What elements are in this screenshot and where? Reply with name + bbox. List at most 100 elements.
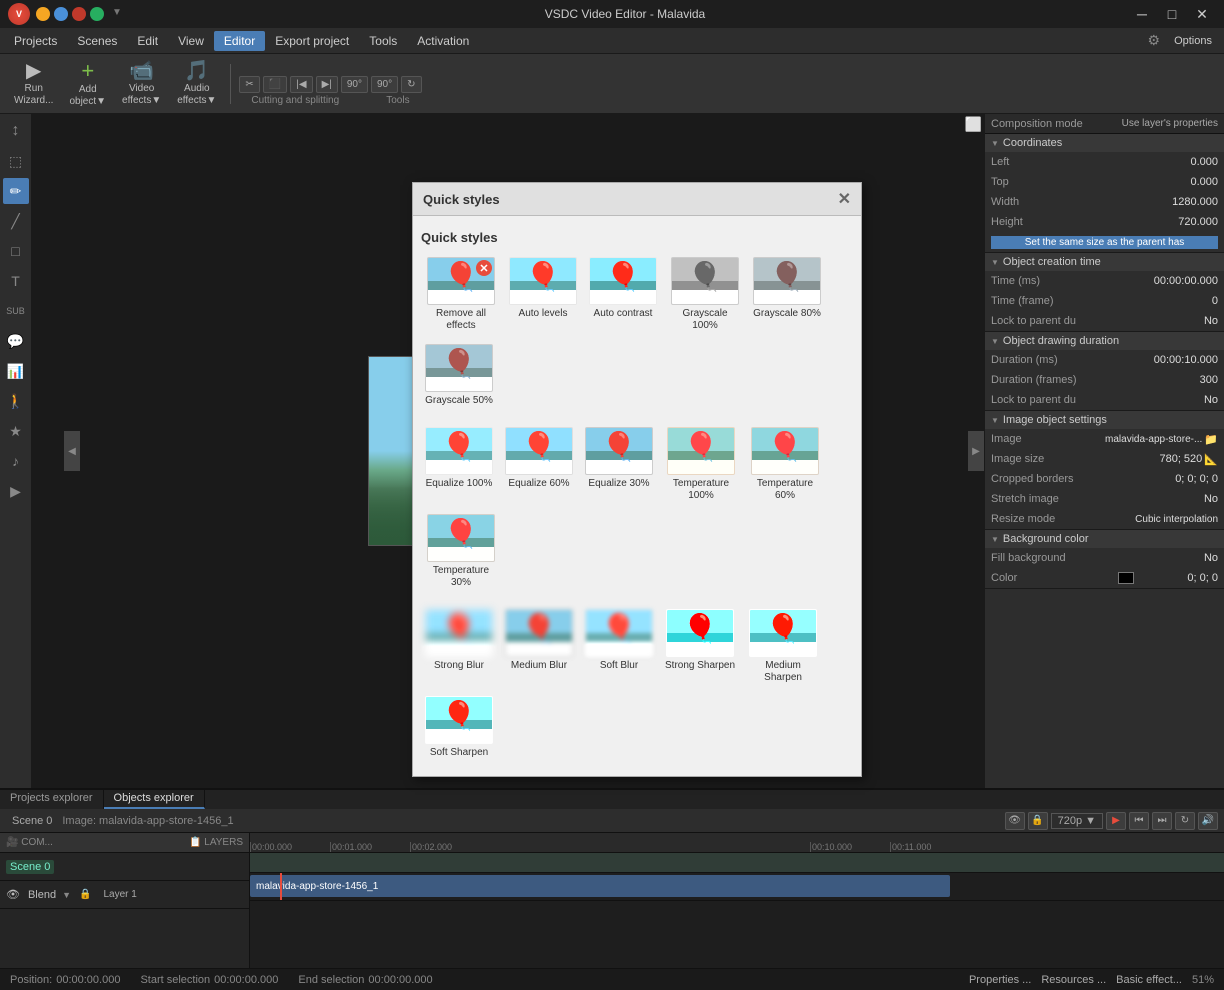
style-soft-blur[interactable]: 🎈 Soft Blur bbox=[581, 605, 657, 688]
menu-projects[interactable]: Projects bbox=[4, 31, 67, 51]
style-auto-contrast[interactable]: 🎈 Auto contrast bbox=[585, 253, 661, 336]
close-button[interactable]: ✕ bbox=[1188, 3, 1216, 25]
blend-dropdown-icon[interactable]: ▼ bbox=[62, 890, 71, 900]
skip-back-button[interactable]: ⏮ bbox=[1129, 812, 1149, 830]
lock-button[interactable]: 90° bbox=[341, 76, 368, 93]
style-temperature-60[interactable]: 🎈 Temperature 60% bbox=[745, 423, 825, 506]
same-size-row[interactable]: Set the same size as the parent has bbox=[985, 232, 1224, 252]
blend-clip[interactable]: malavida-app-store-1456_1 bbox=[250, 875, 950, 897]
extra-icon[interactable] bbox=[90, 7, 104, 21]
sidebar-tool-bubble[interactable]: 💬 bbox=[3, 328, 29, 354]
menu-edit[interactable]: Edit bbox=[127, 31, 168, 51]
dropdown-arrow-icon[interactable]: ▼ bbox=[112, 7, 122, 21]
style-old-film-1[interactable]: 🎈 Old Film 1 bbox=[421, 775, 497, 776]
coordinates-header[interactable]: ▼ Coordinates bbox=[985, 134, 1224, 152]
join-button[interactable]: ▶| bbox=[316, 76, 338, 93]
scene-clip[interactable] bbox=[250, 853, 1224, 872]
style-old-film-3[interactable]: 🎈 Old Film 3 bbox=[581, 775, 657, 776]
sidebar-tool-text[interactable]: T bbox=[3, 268, 29, 294]
video-effects-button[interactable]: 📹 Videoeffects▼ bbox=[116, 58, 167, 110]
canvas-nav-left[interactable]: ◀ bbox=[64, 431, 80, 471]
time-frame-value: 0 bbox=[1138, 295, 1218, 307]
blend-lock-icon[interactable]: 🔒 bbox=[79, 889, 91, 900]
sidebar-tool-video[interactable]: ▶ bbox=[3, 478, 29, 504]
style-equalize-30[interactable]: 🎈 Equalize 30% bbox=[581, 423, 657, 506]
audio-effects-button[interactable]: 🎵 Audioeffects▼ bbox=[171, 58, 222, 110]
settings-icon[interactable]: ⚙ bbox=[1148, 32, 1161, 49]
add-object-button[interactable]: + Addobject▼ bbox=[63, 58, 112, 110]
maximize-button[interactable]: □ bbox=[1158, 3, 1186, 25]
style-grayscale-50[interactable]: 🎈 Grayscale 50% bbox=[421, 340, 497, 411]
menu-tools[interactable]: Tools bbox=[359, 31, 407, 51]
creation-time-header[interactable]: ▼ Object creation time bbox=[985, 253, 1224, 271]
eye-toggle[interactable]: 👁 bbox=[1005, 812, 1025, 830]
restore-icon[interactable] bbox=[54, 7, 68, 21]
same-size-button[interactable]: Set the same size as the parent has bbox=[991, 236, 1218, 249]
audio-toggle[interactable]: 🔊 bbox=[1198, 812, 1218, 830]
sidebar-tool-shape[interactable]: □ bbox=[3, 238, 29, 264]
style-grayscale-80[interactable]: 🎈 Grayscale 80% bbox=[749, 253, 825, 336]
sidebar-tool-person[interactable]: 🚶 bbox=[3, 388, 29, 414]
loop-button[interactable]: ↻ bbox=[1175, 812, 1195, 830]
time-ms-value: 00:00:00.000 bbox=[1138, 275, 1218, 287]
style-temperature-30[interactable]: 🎈 Temperature 30% bbox=[421, 510, 501, 593]
sidebar-tool-sub[interactable]: SUB bbox=[3, 298, 29, 324]
color-swatch[interactable] bbox=[1118, 572, 1134, 584]
style-old-film-2[interactable]: 🎈 Old Film 2 bbox=[501, 775, 577, 776]
tab-projects-explorer[interactable]: Projects explorer bbox=[0, 790, 104, 809]
eye-blend-icon[interactable]: 👁 bbox=[6, 888, 20, 901]
style-soft-sharpen[interactable]: 🎈 Soft Sharpen bbox=[421, 692, 497, 763]
popup-scroll-area[interactable]: Quick styles 🎈 ✕ Remove all effects 🎈 bbox=[413, 216, 861, 776]
properties-tab[interactable]: Properties ... bbox=[969, 974, 1031, 986]
sidebar-tool-star[interactable]: ★ bbox=[3, 418, 29, 444]
image-folder-icon[interactable]: 📁 bbox=[1204, 433, 1218, 446]
sidebar-tool-line[interactable]: ╱ bbox=[3, 208, 29, 234]
minimize-button[interactable]: ─ bbox=[1128, 3, 1156, 25]
tab-objects-explorer[interactable]: Objects explorer bbox=[104, 790, 205, 809]
style-equalize-100[interactable]: 🎈 Equalize 100% bbox=[421, 423, 497, 506]
background-color-header[interactable]: ▼ Background color bbox=[985, 530, 1224, 548]
style-equalize-60[interactable]: 🎈 Equalize 60% bbox=[501, 423, 577, 506]
minimize-icon[interactable] bbox=[36, 7, 50, 21]
lock-toggle[interactable]: 🔒 bbox=[1028, 812, 1048, 830]
sidebar-tool-select[interactable]: ⬚ bbox=[3, 148, 29, 174]
options-button[interactable]: Options bbox=[1166, 33, 1220, 49]
style-temperature-100[interactable]: 🎈 Temperature 100% bbox=[661, 423, 741, 506]
style-grayscale-100[interactable]: 🎈 Grayscale 100% bbox=[665, 253, 745, 336]
resolution-selector[interactable]: 720p ▼ bbox=[1051, 813, 1103, 829]
image-settings-header[interactable]: ▼ Image object settings bbox=[985, 411, 1224, 429]
sidebar-tool-arrow[interactable]: ↕ bbox=[3, 118, 29, 144]
basic-effect-tab[interactable]: Basic effect... bbox=[1116, 974, 1182, 986]
skip-forward-button[interactable]: ⏭ bbox=[1152, 812, 1172, 830]
menu-editor[interactable]: Editor bbox=[214, 31, 265, 51]
popup-close-button[interactable]: ✕ bbox=[838, 189, 851, 209]
flip-button[interactable]: 90° bbox=[371, 76, 398, 93]
style-strong-blur[interactable]: 🎈 Strong Blur bbox=[421, 605, 497, 688]
sidebar-tool-chart[interactable]: 📊 bbox=[3, 358, 29, 384]
drawing-duration-header[interactable]: ▼ Object drawing duration bbox=[985, 332, 1224, 350]
run-wizard-button[interactable]: ▶ RunWizard... bbox=[8, 58, 59, 110]
image-size-icon[interactable]: 📐 bbox=[1204, 453, 1218, 466]
expand-icon[interactable]: ⬜ bbox=[965, 116, 982, 133]
canvas-nav-right[interactable]: ▶ bbox=[968, 431, 984, 471]
refresh-button[interactable]: ↻ bbox=[401, 76, 421, 93]
sidebar-tool-music[interactable]: ♪ bbox=[3, 448, 29, 474]
style-medium-blur[interactable]: 🎈 Medium Blur bbox=[501, 605, 577, 688]
menu-scenes[interactable]: Scenes bbox=[67, 31, 127, 51]
sidebar-tool-draw[interactable]: ✏ bbox=[3, 178, 29, 204]
style-strong-sharpen[interactable]: 🎈 Strong Sharpen bbox=[661, 605, 739, 688]
style-medium-sharpen[interactable]: 🎈 Medium Sharpen bbox=[743, 605, 823, 688]
cut-tool-button[interactable]: ⬛ bbox=[263, 76, 287, 93]
close-icon-bar[interactable] bbox=[72, 7, 86, 21]
split-button[interactable]: |◀ bbox=[290, 76, 312, 93]
menu-export[interactable]: Export project bbox=[265, 31, 359, 51]
scissors-button[interactable]: ✂ bbox=[239, 76, 259, 93]
menu-view[interactable]: View bbox=[168, 31, 214, 51]
style-remove-all[interactable]: 🎈 ✕ Remove all effects bbox=[421, 253, 501, 336]
play-button[interactable]: ▶ bbox=[1106, 812, 1126, 830]
resources-tab[interactable]: Resources ... bbox=[1041, 974, 1106, 986]
playhead[interactable] bbox=[280, 873, 282, 900]
lock-parent-creation-row: Lock to parent du No bbox=[985, 311, 1224, 331]
menu-activation[interactable]: Activation bbox=[407, 31, 479, 51]
style-auto-levels[interactable]: 🎈 Auto levels bbox=[505, 253, 581, 336]
